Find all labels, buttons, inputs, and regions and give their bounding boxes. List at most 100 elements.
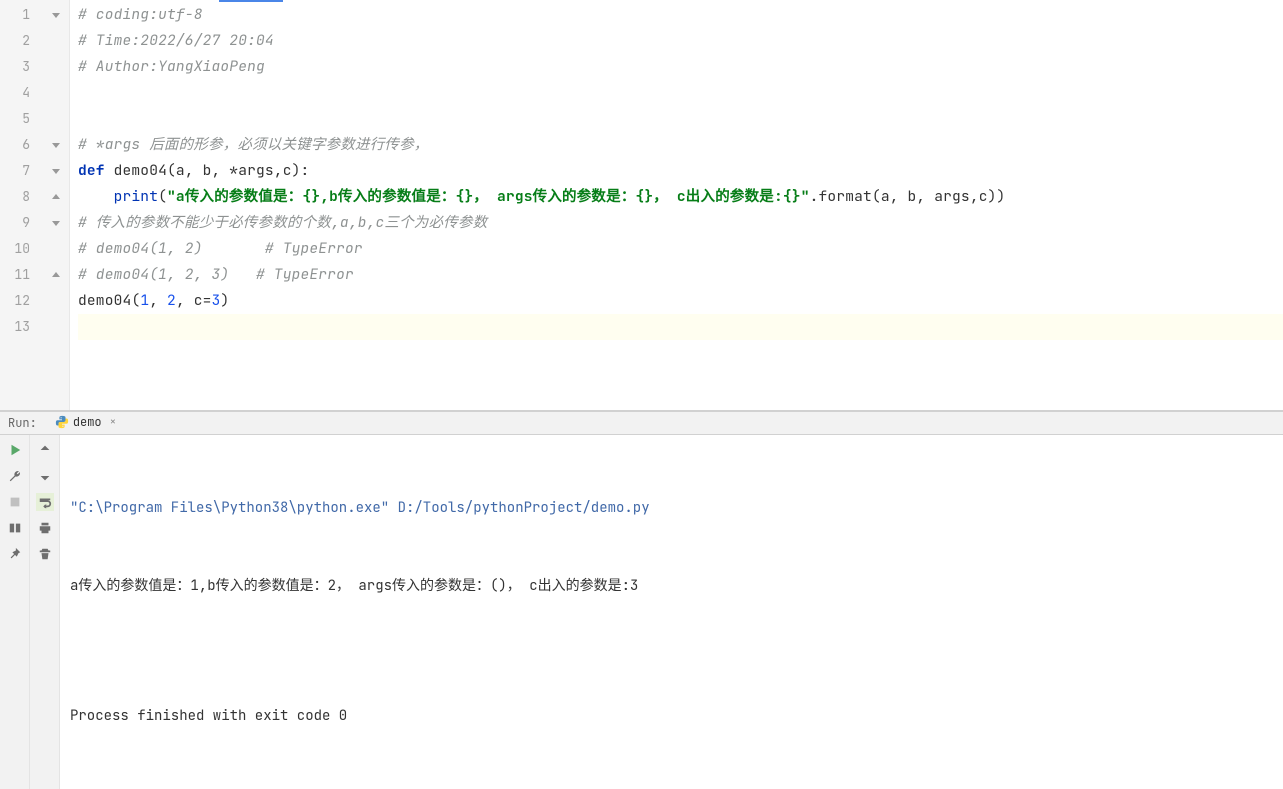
gutter-line[interactable]: 1 [0, 2, 69, 28]
code-token-string: "a传入的参数值是：{},b传入的参数值是：{}， args传入的参数是：{}，… [167, 187, 810, 206]
fold-none [50, 321, 62, 333]
code-token-plain: , [149, 291, 167, 310]
run-tab-demo[interactable]: demo × [47, 412, 124, 434]
line-number: 7 [0, 158, 36, 184]
code-token-plain: .format(a, b, args,c)) [810, 187, 1006, 206]
code-line[interactable]: # Author:YangXiaoPeng [78, 54, 1283, 80]
code-line[interactable] [78, 80, 1283, 106]
gutter-line[interactable]: 11 [0, 262, 69, 288]
wrench-icon[interactable] [6, 467, 24, 485]
trash-icon[interactable] [36, 545, 54, 563]
python-file-icon [55, 415, 69, 429]
code-line[interactable]: # demo04(1, 2, 3) # TypeError [78, 262, 1283, 288]
line-number: 6 [0, 132, 36, 158]
fold-close-icon[interactable] [50, 269, 62, 281]
fold-close-icon[interactable] [50, 191, 62, 203]
line-number: 1 [0, 2, 36, 28]
run-tab-label: demo [73, 414, 102, 430]
run-toolbar-left [0, 435, 30, 789]
fold-none [50, 61, 62, 73]
line-number: 9 [0, 210, 36, 236]
code-area[interactable]: # coding:utf-8 # Time:2022/6/27 20:04 # Au… [70, 0, 1283, 410]
code-line[interactable]: # *args 后面的形参，必须以关键字参数进行传参， [78, 132, 1283, 158]
code-line[interactable] [78, 106, 1283, 132]
layout-icon[interactable] [6, 519, 24, 537]
code-token-builtin: print [114, 187, 159, 206]
run-body: "C:\Program Files\Python38\python.exe" D… [0, 435, 1283, 789]
code-token-comment: # 传入的参数不能少于必传参数的个数,a,b,c三个为必传参数 [78, 213, 487, 232]
gutter-line[interactable]: 12 [0, 288, 69, 314]
fold-open-icon[interactable] [50, 9, 62, 21]
console-output[interactable]: "C:\Program Files\Python38\python.exe" D… [60, 435, 1283, 789]
code-token-comment: # coding:utf-8 [78, 5, 203, 24]
gutter-line[interactable]: 6 [0, 132, 69, 158]
console-command-line: "C:\Program Files\Python38\python.exe" D… [70, 495, 1273, 521]
code-token-comment: # Author:YangXiaoPeng [78, 57, 265, 76]
line-number: 11 [0, 262, 36, 288]
code-token-number: 2 [167, 291, 176, 310]
gutter-line[interactable]: 4 [0, 80, 69, 106]
line-number: 4 [0, 80, 36, 106]
gutter-line[interactable]: 5 [0, 106, 69, 132]
code-line[interactable]: # Time:2022/6/27 20:04 [78, 28, 1283, 54]
gutter: 12345678910111213 [0, 0, 70, 410]
code-line[interactable] [78, 314, 1283, 340]
code-token-param: c= [194, 291, 212, 310]
console-stdout-line: a传入的参数值是：1,b传入的参数值是：2， args传入的参数是：()， c出… [70, 573, 1273, 599]
run-panel: Run: demo × [0, 411, 1283, 599]
down-arrow-icon[interactable] [36, 467, 54, 485]
line-number: 3 [0, 54, 36, 80]
rerun-icon[interactable] [6, 441, 24, 459]
code-token-plain [78, 187, 114, 206]
fold-none [50, 113, 62, 125]
line-number: 2 [0, 28, 36, 54]
code-line[interactable]: print("a传入的参数值是：{},b传入的参数值是：{}， args传入的参… [78, 184, 1283, 210]
fold-open-icon[interactable] [50, 139, 62, 151]
fold-none [50, 295, 62, 307]
code-line[interactable]: # 传入的参数不能少于必传参数的个数,a,b,c三个为必传参数 [78, 210, 1283, 236]
fold-open-icon[interactable] [50, 165, 62, 177]
line-number: 8 [0, 184, 36, 210]
line-number: 13 [0, 314, 36, 340]
fold-none [50, 87, 62, 99]
code-line[interactable]: # demo04(1, 2) # TypeError [78, 236, 1283, 262]
pin-icon[interactable] [6, 545, 24, 563]
code-line[interactable]: # coding:utf-8 [78, 2, 1283, 28]
gutter-line[interactable]: 7 [0, 158, 69, 184]
gutter-line[interactable]: 10 [0, 236, 69, 262]
stop-icon[interactable] [6, 493, 24, 511]
run-toolbar-right [30, 435, 60, 789]
gutter-line[interactable]: 3 [0, 54, 69, 80]
line-number: 12 [0, 288, 36, 314]
code-token-comment: # *args 后面的形参，必须以关键字参数进行传参， [78, 135, 429, 154]
top-highlight-marker [219, 0, 283, 2]
console-exit-line: Process finished with exit code 0 [70, 703, 1273, 729]
line-number: 10 [0, 236, 36, 262]
code-token-plain: ( [158, 187, 167, 206]
code-token-comment: # Time:2022/6/27 20:04 [78, 31, 274, 50]
up-arrow-icon[interactable] [36, 441, 54, 459]
run-label: Run: [8, 415, 37, 431]
code-token-comment: # demo04(1, 2) # TypeError [78, 239, 363, 258]
code-editor[interactable]: 12345678910111213 # coding:utf-8# Time:2… [0, 0, 1283, 411]
code-line[interactable]: demo04(1, 2, c=3) [78, 288, 1283, 314]
soft-wrap-icon[interactable] [36, 493, 54, 511]
gutter-line[interactable]: 8 [0, 184, 69, 210]
fold-open-icon[interactable] [50, 217, 62, 229]
code-token-plain: ) [220, 291, 229, 310]
code-token-comment: # demo04(1, 2, 3) # TypeError [78, 265, 354, 284]
fold-none [50, 35, 62, 47]
code-token-plain: demo04( [78, 291, 140, 310]
code-token-funcdef: demo04(a, b, *args,c): [114, 161, 310, 180]
gutter-line[interactable]: 2 [0, 28, 69, 54]
line-number: 5 [0, 106, 36, 132]
fold-none [50, 243, 62, 255]
print-icon[interactable] [36, 519, 54, 537]
code-token-plain: , [176, 291, 194, 310]
close-icon[interactable]: × [110, 415, 117, 429]
code-line[interactable]: def demo04(a, b, *args,c): [78, 158, 1283, 184]
gutter-line[interactable]: 13 [0, 314, 69, 340]
gutter-line[interactable]: 9 [0, 210, 69, 236]
run-header: Run: demo × [0, 412, 1283, 435]
code-token-keyword: def [78, 161, 114, 180]
